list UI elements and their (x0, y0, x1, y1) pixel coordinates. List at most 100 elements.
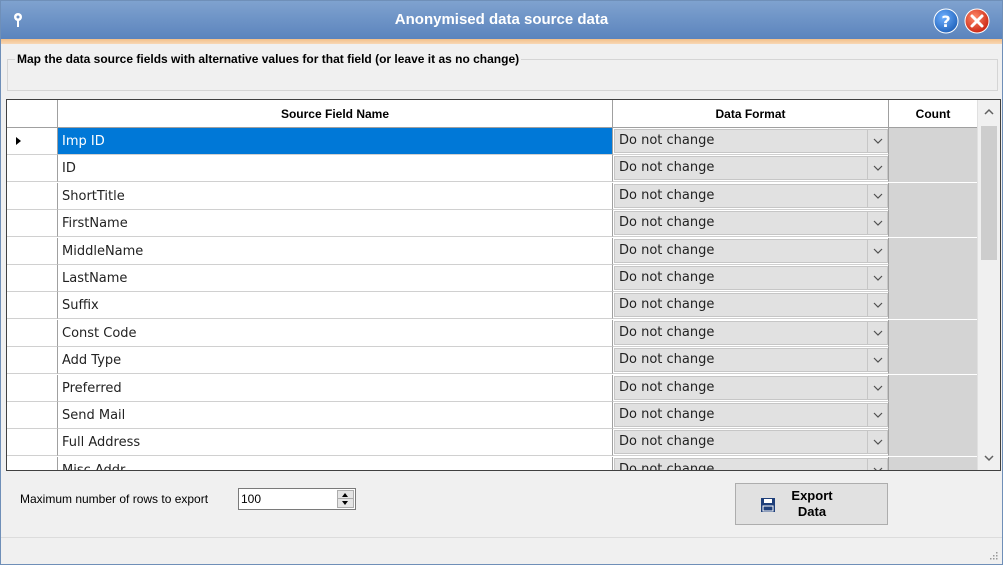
row-header[interactable] (7, 456, 58, 470)
table-row[interactable]: LastName Do not change (7, 265, 977, 292)
row-header[interactable] (7, 265, 58, 292)
table-row[interactable]: MiddleName Do not change (7, 237, 977, 265)
table-row[interactable]: Const Code Do not change (7, 319, 977, 347)
table-row[interactable]: Preferred Do not change (7, 374, 977, 402)
dropdown-button[interactable] (867, 376, 887, 399)
source-field-cell[interactable]: Preferred (58, 374, 613, 402)
data-format-dropdown[interactable]: Do not change (614, 293, 888, 318)
source-field-cell[interactable]: FirstName (58, 210, 613, 238)
row-header[interactable] (7, 402, 58, 429)
row-header[interactable] (7, 128, 58, 155)
max-rows-label: Maximum number of rows to export (20, 492, 209, 506)
dropdown-button[interactable] (867, 431, 887, 454)
table-row[interactable]: Full Address Do not change (7, 429, 977, 457)
source-field-cell[interactable]: Imp ID (58, 128, 613, 155)
data-format-dropdown[interactable]: Do not change (614, 238, 888, 263)
data-format-value: Do not change (619, 324, 715, 340)
count-cell (889, 456, 977, 470)
table-row[interactable]: Add Type Do not change (7, 347, 977, 375)
dropdown-button[interactable] (867, 212, 887, 235)
max-rows-value[interactable]: 100 (241, 489, 261, 509)
data-format-dropdown[interactable]: Do not change (614, 457, 888, 470)
dropdown-button[interactable] (867, 267, 887, 289)
table-row[interactable]: Misc Addr Do not change (7, 456, 977, 470)
source-field-cell[interactable]: ID (58, 155, 613, 183)
export-data-button[interactable]: Export Data (735, 483, 888, 525)
vertical-scrollbar[interactable] (977, 100, 1000, 470)
data-format-cell: Do not change (613, 319, 889, 347)
source-field-cell[interactable]: Misc Addr (58, 456, 613, 470)
source-field-cell[interactable]: ShortTitle (58, 182, 613, 210)
data-format-dropdown[interactable]: Do not change (614, 266, 888, 290)
data-format-value: Do not change (619, 352, 715, 368)
help-icon[interactable]: ? (933, 8, 959, 34)
data-format-value: Do not change (619, 187, 715, 203)
dropdown-button[interactable] (867, 130, 887, 152)
source-field-cell[interactable]: Full Address (58, 429, 613, 457)
row-header[interactable] (7, 319, 58, 347)
svg-text:?: ? (941, 12, 950, 31)
data-format-dropdown[interactable]: Do not change (614, 375, 888, 400)
row-header[interactable] (7, 237, 58, 265)
count-cell (889, 374, 977, 402)
spinner-down-button[interactable] (338, 499, 353, 507)
row-header[interactable] (7, 429, 58, 457)
row-header[interactable] (7, 374, 58, 402)
title-bar: Anonymised data source data ? (1, 1, 1002, 39)
chevron-down-icon (873, 165, 883, 172)
scroll-down-button[interactable] (978, 446, 1000, 470)
source-field-cell[interactable]: Suffix (58, 292, 613, 320)
data-format-dropdown[interactable]: Do not change (614, 156, 888, 181)
column-header-source-field[interactable]: Source Field Name (58, 100, 613, 128)
row-header[interactable] (7, 292, 58, 320)
count-cell (889, 347, 977, 375)
data-format-dropdown[interactable]: Do not change (614, 403, 888, 427)
dropdown-button[interactable] (867, 404, 887, 426)
column-header-data-format[interactable]: Data Format (613, 100, 889, 128)
data-format-dropdown[interactable]: Do not change (614, 348, 888, 373)
dropdown-button[interactable] (867, 294, 887, 317)
source-field-cell[interactable]: MiddleName (58, 237, 613, 265)
row-header[interactable] (7, 210, 58, 238)
source-field-cell[interactable]: Const Code (58, 319, 613, 347)
data-format-dropdown[interactable]: Do not change (614, 211, 888, 236)
data-format-dropdown[interactable]: Do not change (614, 129, 888, 153)
table-row[interactable]: ShortTitle Do not change (7, 182, 977, 210)
scroll-up-button[interactable] (978, 100, 1000, 124)
table-row[interactable]: ID Do not change (7, 155, 977, 183)
dropdown-button[interactable] (867, 349, 887, 372)
groupbox-legend: Map the data source fields with alternat… (15, 51, 522, 67)
count-cell (889, 292, 977, 320)
spinner-up-button[interactable] (338, 491, 353, 499)
column-header-count[interactable]: Count (889, 100, 977, 128)
data-format-dropdown[interactable]: Do not change (614, 183, 888, 208)
row-header[interactable] (7, 182, 58, 210)
source-field-cell[interactable]: LastName (58, 265, 613, 292)
row-header[interactable] (7, 155, 58, 183)
resize-grip-icon[interactable] (988, 550, 998, 560)
floppy-disk-icon (761, 498, 775, 512)
chevron-down-icon (873, 138, 883, 144)
scroll-thumb[interactable] (981, 126, 997, 260)
dropdown-button[interactable] (867, 321, 887, 344)
data-format-value: Do not change (619, 242, 715, 258)
dialog-window: Anonymised data source data ? Map the da… (0, 0, 1003, 565)
dropdown-button[interactable] (867, 458, 887, 470)
close-icon[interactable] (964, 8, 990, 34)
field-mapping-grid[interactable]: Source Field Name Data Format Count Imp … (6, 99, 1001, 471)
row-header[interactable] (7, 347, 58, 375)
dropdown-button[interactable] (867, 239, 887, 262)
count-cell (889, 210, 977, 238)
data-format-dropdown[interactable]: Do not change (614, 430, 888, 455)
table-row[interactable]: Send Mail Do not change (7, 402, 977, 429)
table-row[interactable]: FirstName Do not change (7, 210, 977, 238)
dropdown-button[interactable] (867, 184, 887, 207)
data-format-dropdown[interactable]: Do not change (614, 320, 888, 345)
chevron-down-icon (873, 275, 883, 281)
dropdown-button[interactable] (867, 157, 887, 180)
table-row[interactable]: Suffix Do not change (7, 292, 977, 320)
source-field-cell[interactable]: Add Type (58, 347, 613, 375)
source-field-cell[interactable]: Send Mail (58, 402, 613, 429)
max-rows-spinner[interactable]: 100 (238, 488, 356, 510)
table-row[interactable]: Imp ID Do not change (7, 128, 977, 155)
